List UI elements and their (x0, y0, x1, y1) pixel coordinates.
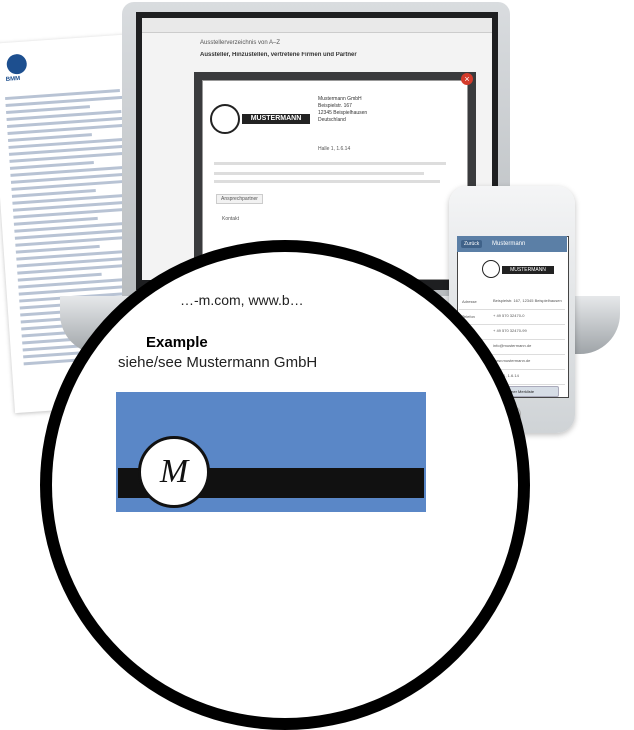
tab-ansprechpartner[interactable]: Ansprechpartner (216, 194, 263, 204)
phone-title: Mustermann (492, 241, 526, 247)
lens-url-text: …-m.com, www.b… (180, 292, 304, 308)
modal-logo-text: MUSTERMANN (242, 114, 310, 124)
modal-text-line (214, 172, 424, 175)
lens-logo-mark-icon: M (138, 436, 210, 508)
phone-row[interactable]: Telefon + 49 570 32470-0 (459, 309, 565, 325)
modal-divider (214, 162, 446, 165)
address-line: 12345 Beispielhausen (318, 110, 368, 116)
modal-close-button[interactable]: × (461, 73, 473, 85)
address-line: Beispielstr. 167 (318, 103, 352, 109)
logo-mark-icon (210, 104, 240, 134)
address-line: Mustermann GmbH (318, 96, 362, 102)
page-heading: Aussteller, Hinzustellen, vertretene Fir… (200, 52, 357, 58)
brochure-brand: BMM (5, 75, 21, 83)
lens-logo: M (116, 432, 426, 512)
modal-stand: Halle 1, 1.6.14 (318, 146, 351, 152)
lens-siehe-text: siehe/see Mustermann GmbH (118, 354, 318, 371)
lens-example-heading: Example (146, 334, 208, 351)
modal-address: Mustermann GmbH Beispielstr. 167 12345 B… (318, 96, 367, 124)
magnifier-lens: …-m.com, www.b… Example siehe/see Muster… (52, 252, 518, 718)
phone-logo-text: MUSTERMANN (502, 266, 554, 274)
breadcrumb[interactable]: Ausstellerverzeichnis von A–Z (200, 40, 280, 46)
contact-button[interactable]: Kontakt (222, 216, 239, 222)
address-line: Deutschland (318, 117, 346, 123)
phone-row[interactable]: Adresse Beispielstr. 167, 12345 Beispielh… (459, 294, 565, 310)
modal-company-logo: MUSTERMANN (206, 100, 310, 134)
brochure-logo-icon (6, 53, 28, 75)
phone-company-logo: MUSTERMANN (482, 258, 554, 282)
modal-text-line (214, 180, 440, 183)
phone-logo-mark-icon (482, 260, 500, 278)
phone-back-button[interactable]: Zurück (461, 240, 483, 248)
browser-toolbar (142, 18, 492, 33)
